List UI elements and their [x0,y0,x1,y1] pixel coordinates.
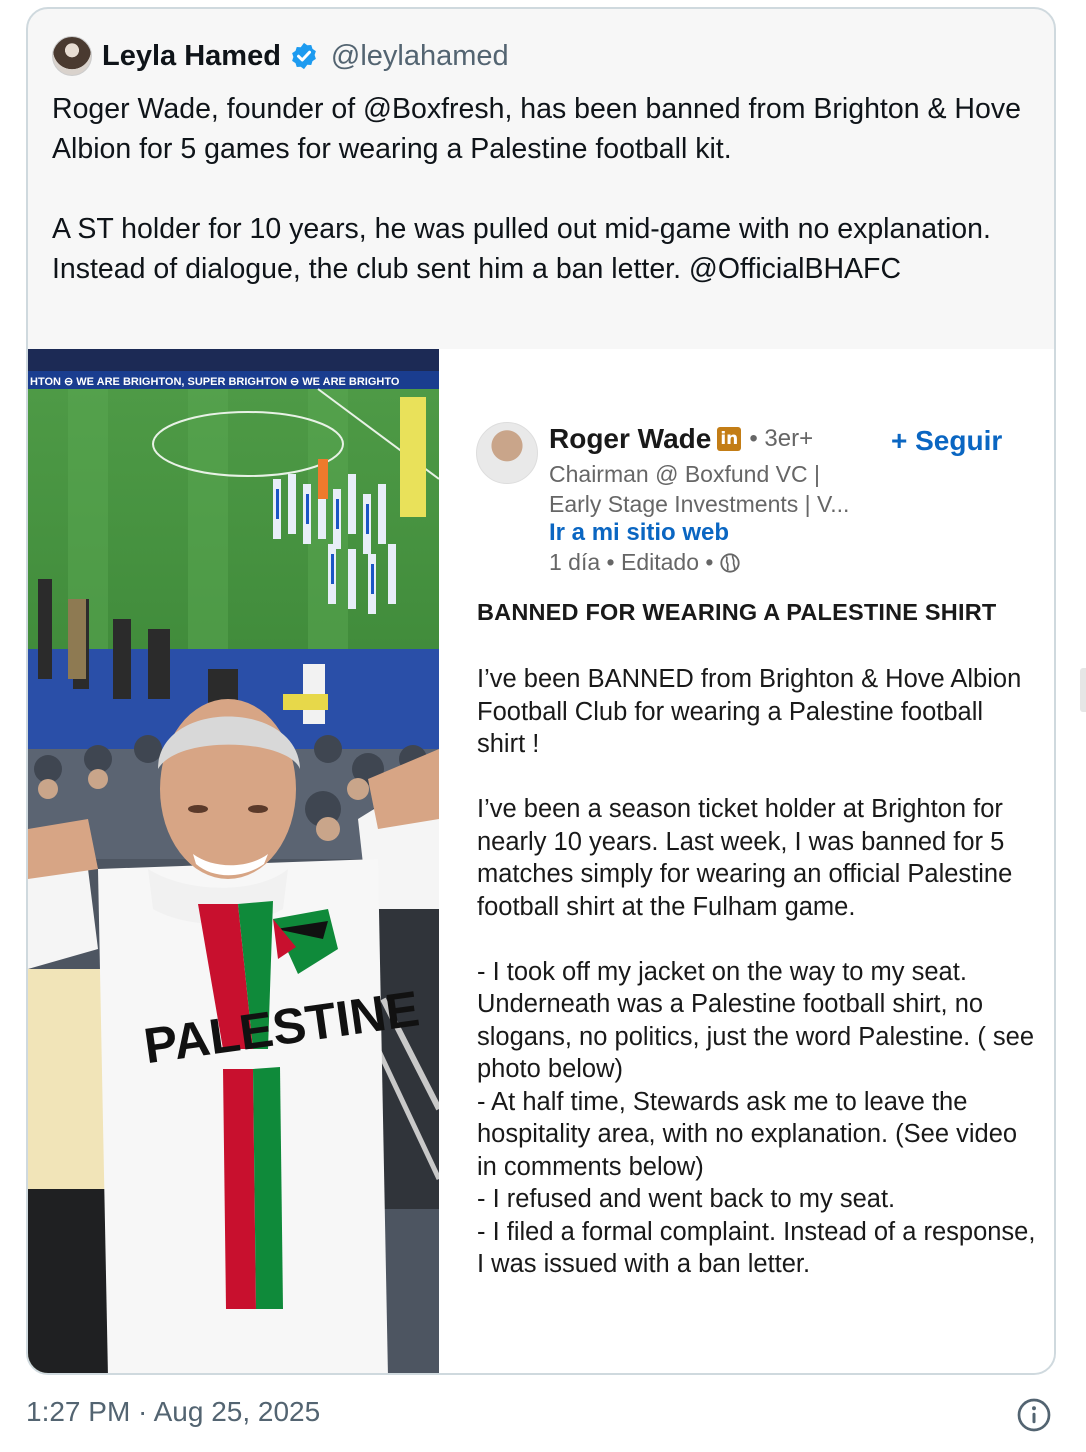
linkedin-post-screenshot: Roger Wade in • 3er+ + Seguir Chairman @… [439,349,1054,1373]
tweet-card[interactable]: Leyla Hamed @leylahamed Roger Wade, foun… [26,7,1056,1375]
linkedin-follow-button: + Seguir [891,425,1003,456]
globe-icon [720,552,741,573]
linkedin-website-link: Ir a mi sitio web [549,519,730,546]
linkedin-avatar [476,422,538,484]
tweet-timestamp[interactable]: 1:27 PM · Aug 25, 2025 [26,1396,320,1428]
linkedin-headline-line1: Chairman @ Boxfund VC | [549,461,820,487]
linkedin-headline-line2: Early Stage Investments | V... [549,491,850,517]
verified-badge-icon [292,42,316,70]
author-name[interactable]: Leyla Hamed [102,40,281,73]
author-avatar[interactable] [52,36,92,76]
info-icon[interactable] [1016,1397,1052,1433]
linkedin-post-title: BANNED FOR WEARING A PALESTINE SHIRT [477,599,997,625]
stadium-banner: HTON ⊖ WE ARE BRIGHTON, SUPER BRIGHTON ⊖… [30,376,400,388]
author-handle[interactable]: @leylahamed [331,40,509,73]
scroll-handle[interactable] [1080,668,1086,712]
tweet-text: Roger Wade, founder of @Boxfresh, has be… [52,93,1021,285]
linkedin-badge-icon: in [717,427,742,451]
linkedin-name: Roger Wade [549,423,712,454]
linkedin-post-time-row: 1 día • Editado • [549,549,741,576]
linkedin-name-row: Roger Wade in • 3er+ [549,423,813,455]
linkedin-headline: Chairman @ Boxfund VC | Early Stage Inve… [549,459,849,519]
tweet-header: Leyla Hamed @leylahamed [52,35,509,77]
tweet-media[interactable]: HTON ⊖ WE ARE BRIGHTON, SUPER BRIGHTON ⊖… [28,349,1054,1373]
stadium-photo[interactable]: HTON ⊖ WE ARE BRIGHTON, SUPER BRIGHTON ⊖… [28,349,439,1373]
linkedin-degree: • 3er+ [749,425,814,452]
photo-illustration: HTON ⊖ WE ARE BRIGHTON, SUPER BRIGHTON ⊖… [28,349,439,1373]
linkedin-post-time: 1 día • Editado • [549,549,714,575]
linkedin-post-body: I’ve been BANNED from Brighton & Hove Al… [477,665,1036,1278]
